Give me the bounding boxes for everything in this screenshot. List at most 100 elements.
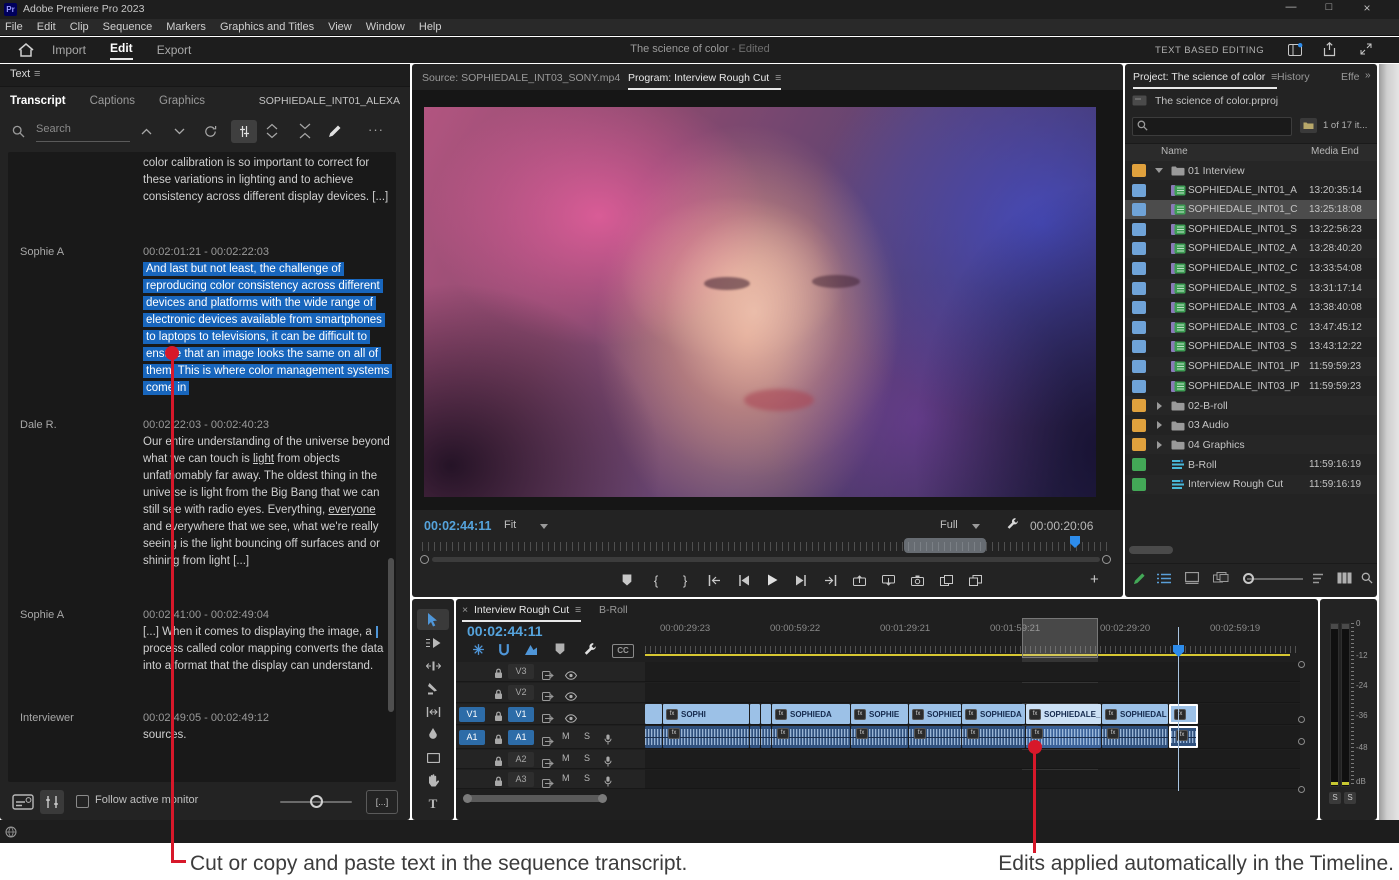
collapse-all-icon[interactable] (299, 123, 311, 139)
video-clip[interactable] (645, 704, 662, 724)
track-button-a1[interactable]: A1 (508, 730, 534, 745)
label-swatch[interactable] (1132, 301, 1146, 314)
label-swatch[interactable] (1132, 242, 1146, 255)
comparison-view-button[interactable] (936, 572, 956, 588)
slip-tool[interactable] (417, 701, 449, 722)
project-home-icon[interactable] (1132, 94, 1147, 106)
menu-clip[interactable]: Clip (70, 21, 89, 33)
find-icon[interactable] (1361, 572, 1373, 584)
project-clip-row[interactable]: SOPHIEDALE_INT03_S13:43:12:22 (1125, 337, 1377, 356)
audio-clip-sophi[interactable]: fx (663, 726, 749, 748)
project-bin-row[interactable]: 04 Graphics (1125, 435, 1377, 454)
timeline-tab-broll[interactable]: B-Roll (599, 604, 628, 616)
razor-tool[interactable] (417, 678, 449, 699)
marker-icon[interactable] (555, 643, 565, 655)
transcript-timecode[interactable]: 00:02:49:05 - 00:02:49:12 (143, 710, 269, 727)
label-swatch[interactable] (1132, 184, 1146, 197)
track-lane-v3[interactable] (645, 662, 1300, 682)
project-clip-row[interactable]: SOPHIEDALE_INT03_A13:38:40:08 (1125, 298, 1377, 317)
project-clip-row[interactable]: SOPHIEDALE_INT02_C13:33:54:08 (1125, 259, 1377, 278)
settings-wrench-icon[interactable] (1006, 517, 1019, 530)
freeform-view-icon[interactable] (1213, 572, 1229, 584)
solo-button[interactable]: S (584, 731, 594, 741)
pencil-icon[interactable] (328, 124, 342, 138)
chevron-right-icon[interactable] (1150, 441, 1168, 449)
video-clip-sophi[interactable]: fxSOPHI (663, 704, 749, 724)
transcript-speaker[interactable]: Dale R. (20, 417, 57, 434)
vscroll-dot-2[interactable] (1298, 716, 1305, 723)
monitor-zoom-region[interactable] (904, 538, 986, 553)
workspace-tab-export[interactable]: Export (157, 43, 192, 57)
lock-icon[interactable] (494, 709, 503, 727)
video-clip-sophieda[interactable]: fxSOPHIEDA (962, 704, 1025, 724)
item-name[interactable]: SOPHIEDALE_INT01_A (1188, 185, 1309, 196)
column-media-end[interactable]: Media End (1311, 146, 1359, 157)
type-tool[interactable]: T (417, 793, 449, 814)
list-view-icon[interactable] (1157, 573, 1172, 584)
vscroll-dot-4[interactable] (1298, 786, 1305, 793)
monitor-time-ruler[interactable] (422, 542, 1110, 551)
transcript-text[interactable]: Our entire understanding of the universe… (143, 434, 391, 570)
export-frame-button[interactable] (907, 572, 927, 588)
step-back-button[interactable] (733, 572, 753, 588)
zoom-slider-knob[interactable] (310, 795, 323, 808)
program-monitor-tab[interactable]: Program: Interview Rough Cut ≡ (628, 72, 781, 90)
home-icon[interactable] (18, 43, 34, 57)
audio-clip-sophie[interactable]: fx (851, 726, 908, 748)
right-scroll-strip[interactable] (1379, 64, 1399, 843)
label-swatch[interactable] (1132, 380, 1146, 393)
search-bin-icon[interactable] (1300, 118, 1317, 133)
track-button-a2[interactable]: A2 (508, 752, 534, 767)
timeline-settings-wrench-icon[interactable] (583, 642, 597, 656)
sync-status-icon[interactable] (5, 826, 17, 838)
mark-out-button[interactable]: } (675, 572, 695, 588)
project-bin-row[interactable]: 03 Audio (1125, 416, 1377, 435)
audio-clip-sophiedal[interactable]: fx (909, 726, 961, 748)
track-button-v1[interactable]: V1 (508, 707, 534, 722)
solo-button[interactable]: S (584, 753, 594, 763)
project-tab[interactable]: Project: The science of color ≡ (1133, 71, 1277, 89)
sort-icon[interactable] (1313, 573, 1327, 584)
hand-tool[interactable] (417, 770, 449, 791)
menu-view[interactable]: View (328, 21, 352, 33)
item-name[interactable]: Interview Rough Cut (1188, 478, 1309, 490)
menu-edit[interactable]: Edit (37, 21, 56, 33)
audio-clip-sophiedal[interactable]: fx (1102, 726, 1168, 748)
item-name[interactable]: SOPHIEDALE_INT02_C (1188, 263, 1309, 274)
track-lane-a2[interactable] (645, 750, 1300, 769)
maximize-button[interactable]: □ (1314, 1, 1344, 17)
chevron-right-icon[interactable] (1150, 421, 1168, 429)
workspace-tab-import[interactable]: Import (52, 43, 86, 57)
menu-markers[interactable]: Markers (166, 21, 206, 33)
item-name[interactable]: 02-B-roll (1188, 400, 1309, 412)
video-clip-sophiedal[interactable]: fxSOPHIEDAL (909, 704, 961, 724)
audio-clip[interactable]: fx (1169, 726, 1198, 748)
more-button[interactable]: [...] (366, 790, 398, 814)
transcript-text[interactable]: And last but not least, the challenge of… (143, 261, 391, 397)
item-name[interactable]: SOPHIEDALE_INT03_C (1188, 322, 1309, 333)
scrollbar-handle-right[interactable] (1102, 555, 1111, 564)
workspace-tab-edit[interactable]: Edit (110, 41, 133, 60)
project-clip-row[interactable]: SOPHIEDALE_INT03_C13:47:45:12 (1125, 318, 1377, 337)
column-name[interactable]: Name (1161, 146, 1188, 157)
panel-overflow-icon[interactable]: » (1365, 70, 1371, 81)
lock-icon[interactable] (494, 666, 503, 684)
video-clip-sophieda[interactable]: fxSOPHIEDA (772, 704, 850, 724)
audio-clip[interactable] (761, 726, 771, 748)
video-clip-sophiedale_[interactable]: fxSOPHIEDALE_ (1026, 704, 1101, 724)
workspace-switcher-icon[interactable] (1288, 43, 1303, 56)
sync-lock-icon[interactable] (542, 775, 554, 793)
selection-tool[interactable] (417, 609, 449, 630)
audio-clip[interactable] (645, 726, 662, 748)
video-clip[interactable]: fx (1169, 704, 1198, 724)
label-swatch[interactable] (1132, 282, 1146, 295)
mute-button[interactable]: M (562, 731, 572, 741)
sync-lock-icon[interactable] (542, 710, 554, 728)
timeline-hscrollbar[interactable] (466, 795, 602, 802)
solo-left-button[interactable]: S (1329, 792, 1341, 804)
project-clip-row[interactable]: SOPHIEDALE_INT01_A13:20:35:14 (1125, 181, 1377, 200)
video-clip[interactable] (750, 704, 760, 724)
item-name[interactable]: SOPHIEDALE_INT01_IP (1188, 361, 1309, 372)
vscroll-dot-1[interactable] (1298, 661, 1305, 668)
project-sequence-row[interactable]: B-Roll11:59:16:19 (1125, 455, 1377, 474)
